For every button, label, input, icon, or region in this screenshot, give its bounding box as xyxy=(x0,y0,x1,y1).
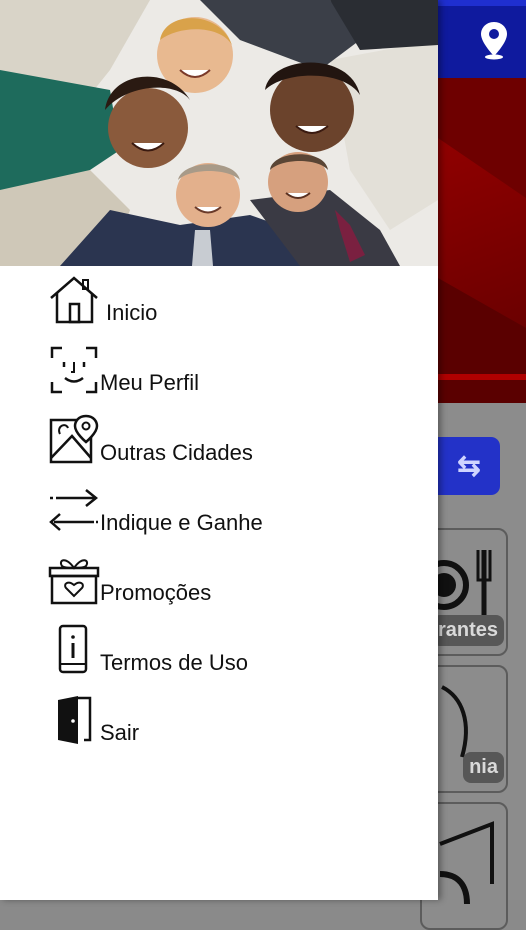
menu-item-sair[interactable]: Sair xyxy=(48,686,428,746)
arrows-exchange-icon xyxy=(49,489,99,531)
phone-info-icon xyxy=(58,624,88,674)
menu-item-outras-cidades[interactable]: Outras Cidades xyxy=(48,406,428,466)
face-scan-icon xyxy=(50,346,98,394)
tile-label: rantes xyxy=(431,615,504,646)
menu-item-label: Outras Cidades xyxy=(100,440,253,465)
menu-item-inicio[interactable]: Inicio xyxy=(48,266,428,326)
map-pin-icon xyxy=(49,414,99,464)
menu-item-label: Promoções xyxy=(100,580,212,605)
menu-item-promocoes[interactable]: Promoções xyxy=(48,546,428,606)
menu-item-meu-perfil[interactable]: Meu Perfil xyxy=(48,336,428,396)
house-icon xyxy=(50,276,98,324)
menu-item-label: Indique e Ganhe xyxy=(100,510,263,535)
menu-item-termos-de-uso[interactable]: Termos de Uso xyxy=(48,616,428,676)
drawer-header-photo xyxy=(0,0,438,266)
exit-door-icon xyxy=(58,696,92,744)
tile-label: nia xyxy=(463,752,504,783)
menu-item-indique-e-ganhe[interactable]: Indique e Ganhe xyxy=(48,476,428,536)
location-pin-icon[interactable] xyxy=(476,20,512,60)
menu-item-label: Termos de Uso xyxy=(100,650,248,675)
gift-box-icon xyxy=(48,559,100,605)
menu-item-label: Inicio xyxy=(106,300,158,325)
display-icon xyxy=(439,821,494,904)
menu-item-label: Sair xyxy=(100,720,140,745)
group-of-smiling-people-photo xyxy=(0,0,438,266)
navigation-drawer: Inicio Meu Perfil Outras Cidades Indique… xyxy=(0,0,438,900)
menu-item-label: Meu Perfil xyxy=(100,370,200,395)
